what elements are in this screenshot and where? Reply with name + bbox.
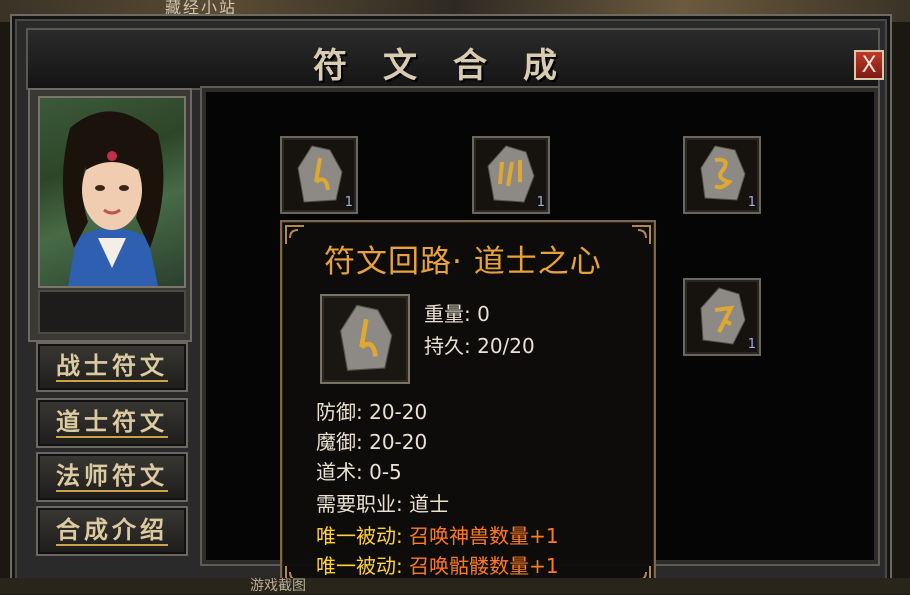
stat-value: 20-20 xyxy=(369,430,428,454)
passive-value: 召唤骷髅数量+1 xyxy=(409,554,559,578)
passive-label: 唯一被动: xyxy=(316,554,403,578)
passive-value: 召唤神兽数量+1 xyxy=(409,524,559,548)
rune-slot-3[interactable]: 1 xyxy=(683,136,761,214)
taoist-rune-label: 道士符文 xyxy=(56,407,168,436)
stat-value: 0-5 xyxy=(369,460,402,484)
stat-label: 道术: xyxy=(316,460,363,484)
stat-label: 防御: xyxy=(316,400,363,424)
synthesis-intro-button[interactable]: 合成介绍 xyxy=(36,506,188,556)
taoist-rune-button[interactable]: 道士符文 xyxy=(36,398,188,448)
rune-slot-1[interactable]: 1 xyxy=(280,136,358,214)
passive-label: 唯一被动: xyxy=(316,524,403,548)
background-strip-bottom: 游戏截图 xyxy=(0,578,910,594)
corner-ornament-icon xyxy=(632,225,651,244)
rune-count: 1 xyxy=(536,195,545,210)
synthesis-intro-label: 合成介绍 xyxy=(56,515,168,544)
character-portrait xyxy=(38,96,186,288)
stat-value: 20-20 xyxy=(369,400,428,424)
rune-a-icon xyxy=(339,304,393,371)
mage-rune-label: 法师符文 xyxy=(56,461,168,490)
warrior-rune-label: 战士符文 xyxy=(56,351,168,380)
durability-row: 持久: 20/20 xyxy=(424,330,535,359)
durability-label: 持久: xyxy=(424,334,471,358)
stat-label: 需要职业: xyxy=(316,492,403,516)
item-tooltip: 符文回路· 道士之心 重量: 0 持久: 20/20 防御: 20-20 魔御:… xyxy=(280,220,656,590)
portrait-frame xyxy=(28,88,192,342)
weight-row: 重量: 0 xyxy=(424,298,490,327)
mage-rune-button[interactable]: 法师符文 xyxy=(36,452,188,502)
weight-label: 重量: xyxy=(424,302,471,326)
stat-row-magic-defense: 魔御: 20-20 xyxy=(316,426,427,455)
stat-row-defense: 防御: 20-20 xyxy=(316,396,427,425)
stat-label: 魔御: xyxy=(316,430,363,454)
passive-row: 唯一被动: 召唤骷髅数量+1 xyxy=(316,550,559,579)
rune-count: 1 xyxy=(344,195,353,210)
durability-value: 20/20 xyxy=(477,334,535,358)
stat-row-required-class: 需要职业: 道士 xyxy=(316,488,449,517)
rune-count: 1 xyxy=(747,337,756,352)
title-bar: 符文合成 X xyxy=(26,28,884,90)
tooltip-title: 符文回路· 道士之心 xyxy=(324,244,602,280)
close-button[interactable]: X xyxy=(854,50,884,80)
weight-value: 0 xyxy=(477,302,490,326)
passive-row: 唯一被动: 召唤神兽数量+1 xyxy=(316,520,559,549)
rune-slot-2[interactable]: 1 xyxy=(472,136,550,214)
portrait-name-plate xyxy=(38,290,186,334)
stat-row-taoism: 道术: 0-5 xyxy=(316,456,402,485)
rune-slot-4[interactable]: 1 xyxy=(683,278,761,356)
tooltip-item-icon xyxy=(320,294,410,384)
corner-ornament-icon xyxy=(285,225,304,244)
window-title: 符文合成 xyxy=(313,46,593,86)
warrior-rune-button[interactable]: 战士符文 xyxy=(36,342,188,392)
stat-value: 道士 xyxy=(409,492,450,516)
rune-count: 1 xyxy=(747,195,756,210)
background-caption-bottom: 游戏截图 xyxy=(250,578,306,594)
